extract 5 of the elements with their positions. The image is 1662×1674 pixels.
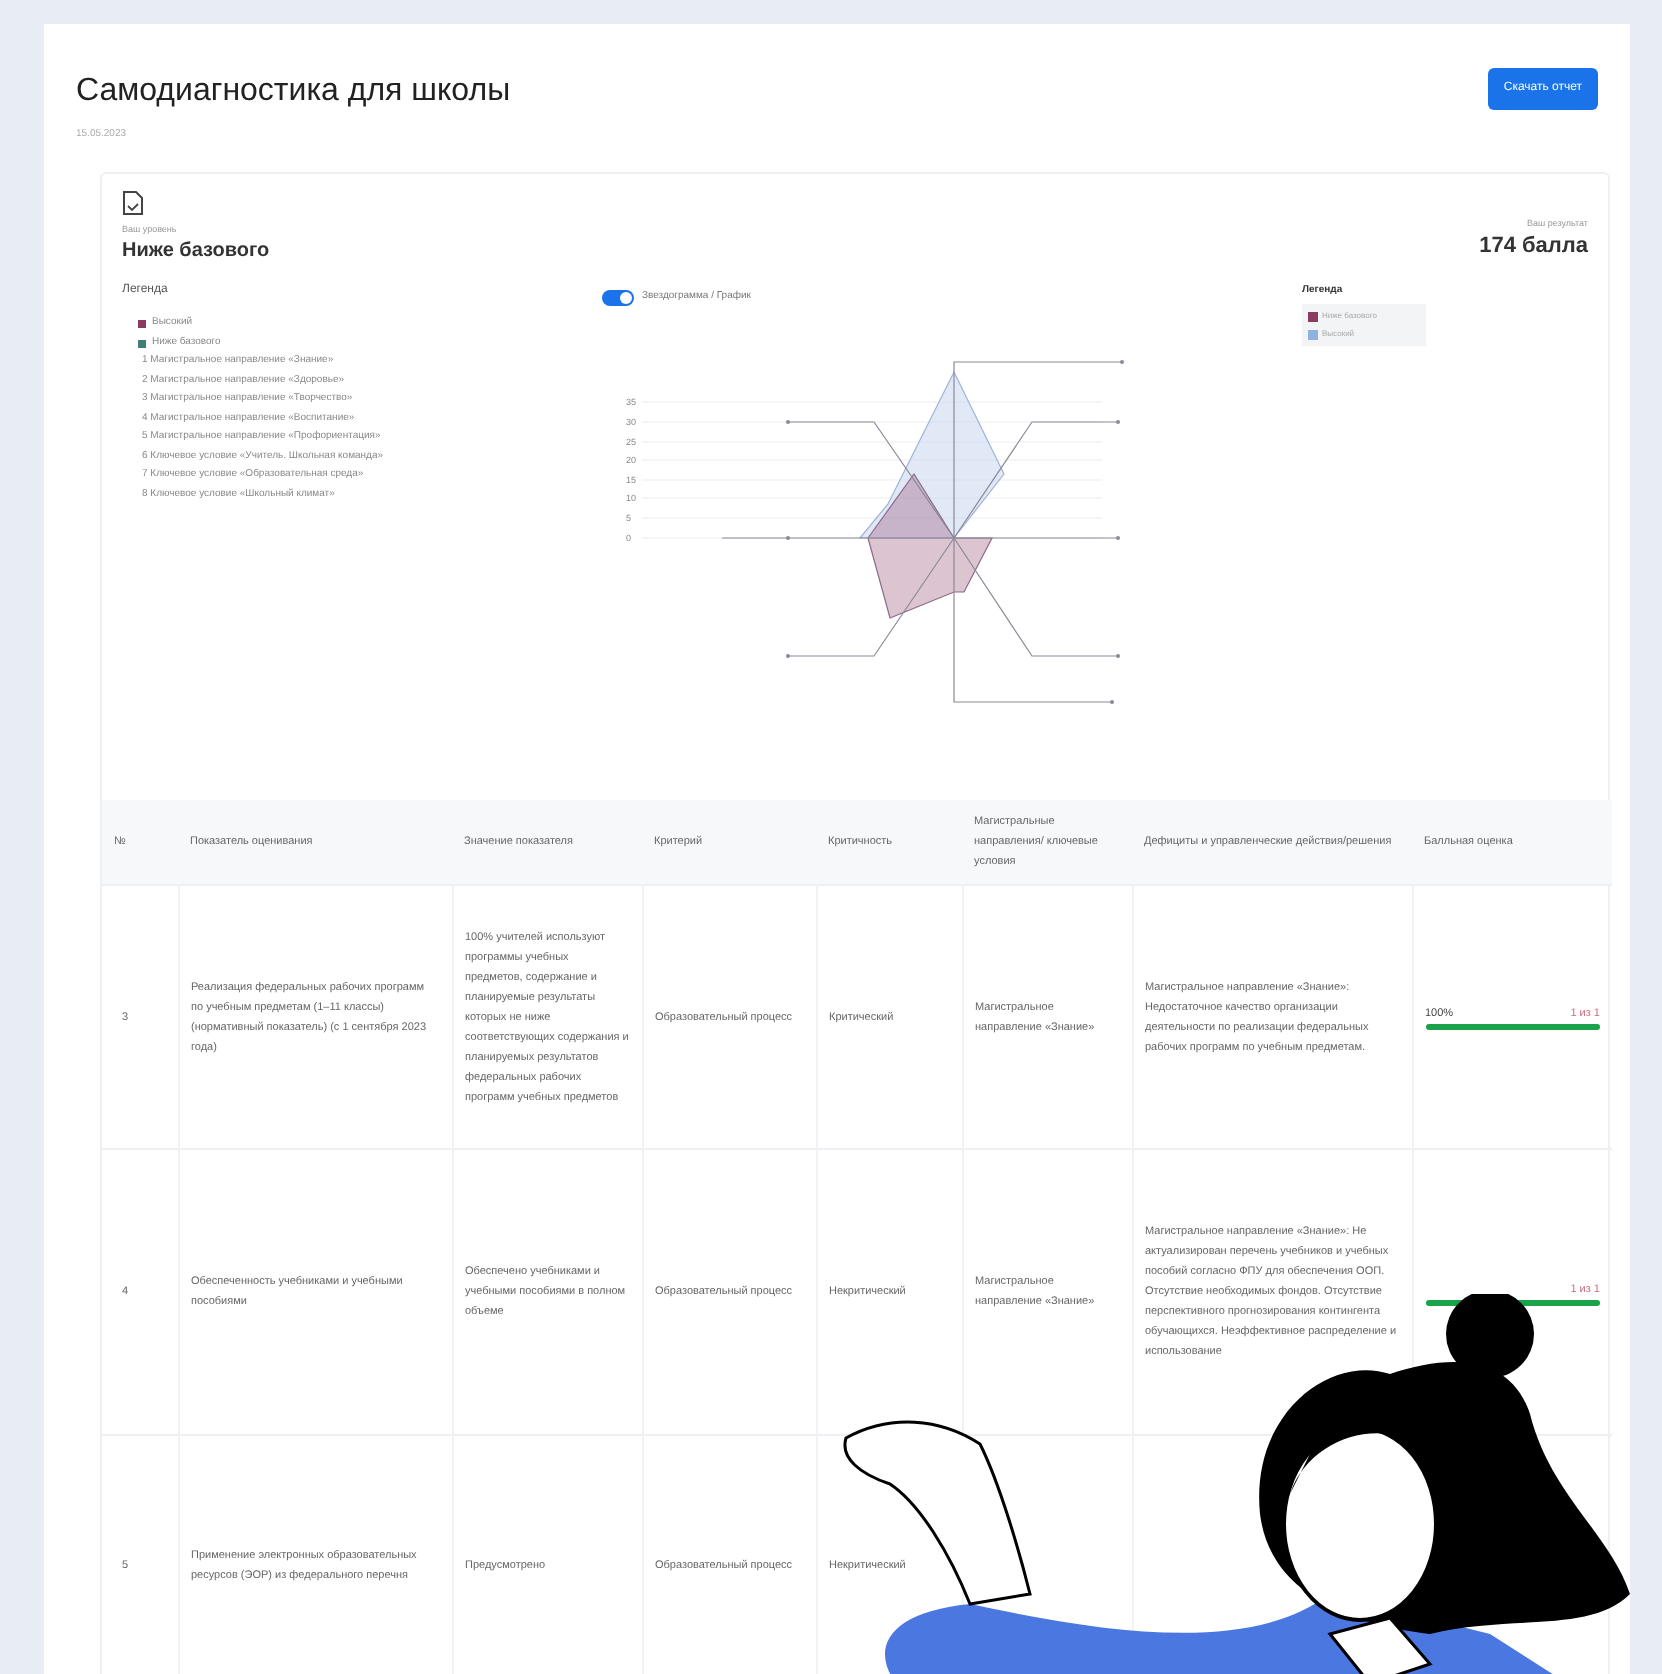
level-value: Ниже базового	[122, 238, 272, 267]
page-title: Самодиагностика для школы	[76, 72, 511, 112]
document-icon[interactable]	[122, 189, 144, 215]
score-value: 174 балла	[1479, 232, 1588, 263]
view-toggle[interactable]	[602, 289, 634, 305]
